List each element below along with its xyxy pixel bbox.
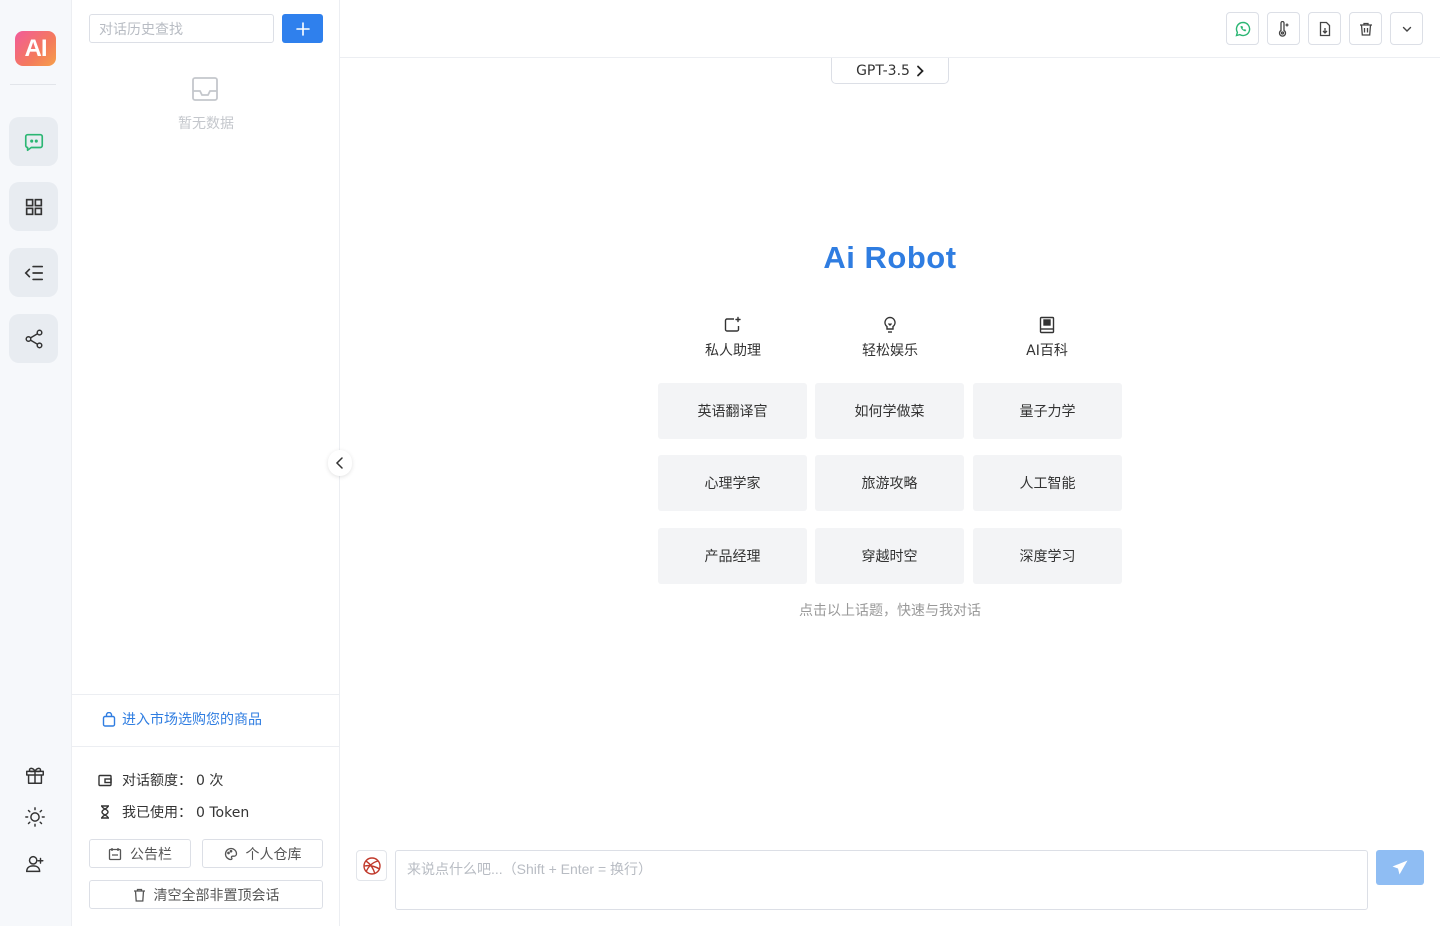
- chevron-down-icon: [1402, 26, 1411, 32]
- topic-card[interactable]: 人工智能: [973, 455, 1122, 511]
- app-logo[interactable]: AI: [15, 31, 56, 66]
- chat-message-input[interactable]: [395, 850, 1368, 910]
- lightbulb-icon: [884, 316, 896, 333]
- user-icon: [26, 855, 44, 873]
- model-selector[interactable]: GPT-3.5: [831, 58, 949, 84]
- usage-value: 0 Token: [196, 805, 250, 821]
- topic-card[interactable]: 量子力学: [973, 383, 1122, 439]
- export-button[interactable]: [1308, 12, 1341, 45]
- category-encyclopedia: AI百科: [972, 315, 1122, 360]
- topic-card[interactable]: 如何学做菜: [815, 383, 964, 439]
- quota-row: 对话额度： 0 次: [98, 770, 223, 790]
- topic-card[interactable]: 旅游攻略: [815, 455, 964, 511]
- personal-repo-label: 个人仓库: [245, 846, 302, 863]
- delete-chat-button[interactable]: [1349, 12, 1382, 45]
- wallet-icon: [98, 774, 112, 787]
- user-button[interactable]: [22, 851, 48, 877]
- globe-icon: [362, 856, 381, 875]
- category-label: AI百科: [1026, 343, 1068, 359]
- rail-divider: [10, 84, 56, 85]
- category-label: 轻松娱乐: [862, 343, 918, 359]
- empty-state-text: 暂无数据: [178, 116, 234, 132]
- rail-item-menu[interactable]: [9, 248, 58, 297]
- topic-card[interactable]: 英语翻译官: [658, 383, 807, 439]
- grid-icon: [25, 198, 42, 215]
- calendar-icon: [108, 847, 122, 860]
- rail-item-share[interactable]: [9, 314, 58, 363]
- book-icon: [1039, 316, 1055, 334]
- history-search-input[interactable]: [89, 14, 274, 43]
- send-button[interactable]: [1376, 850, 1424, 885]
- market-link-label: 进入市场选购您的商品: [122, 712, 262, 728]
- new-chat-button[interactable]: [282, 14, 323, 43]
- chevron-right-icon: [917, 65, 924, 76]
- list-indent-icon: [24, 265, 43, 280]
- thermometer-icon: [1278, 20, 1288, 37]
- share-icon: [24, 329, 43, 348]
- hero-title: Ai Robot: [823, 240, 957, 275]
- notice-board-label: 公告栏: [130, 846, 172, 863]
- divider: [72, 694, 340, 695]
- file-export-icon: [1319, 21, 1330, 36]
- category-entertainment: 轻松娱乐: [815, 315, 965, 360]
- theme-toggle[interactable]: [22, 804, 48, 830]
- whatsapp-icon: [1234, 21, 1250, 37]
- quota-value: 0 次: [196, 773, 224, 789]
- notice-board-button[interactable]: 公告栏: [89, 839, 191, 868]
- more-options-button[interactable]: [1390, 12, 1423, 45]
- clear-sessions-button[interactable]: 清空全部非置顶会话: [89, 880, 323, 909]
- trash-icon: [133, 888, 145, 902]
- palette-icon: [224, 847, 237, 860]
- quota-label: 对话额度：: [122, 773, 192, 789]
- plus-icon: [295, 21, 310, 36]
- personal-repo-button[interactable]: 个人仓库: [202, 839, 323, 868]
- shopping-bag-icon: [102, 711, 116, 727]
- topic-card[interactable]: 心理学家: [658, 455, 807, 511]
- rail-item-chat[interactable]: [9, 117, 58, 166]
- clear-sessions-label: 清空全部非置顶会话: [153, 887, 280, 904]
- send-icon: [1392, 860, 1408, 874]
- gift-button[interactable]: [22, 762, 48, 788]
- inbox-empty-icon: [192, 77, 218, 101]
- prompt-library-button[interactable]: [356, 850, 387, 881]
- app-root: AI 对话历史查找 暂无数据 进入市场选购您的商品 对话额度： 0 次 我已使用…: [0, 0, 1440, 926]
- model-label: GPT-3.5: [856, 62, 910, 79]
- rail-item-apps[interactable]: [9, 182, 58, 231]
- topic-card[interactable]: 穿越时空: [815, 528, 964, 584]
- collapse-panel-toggle[interactable]: [328, 450, 352, 476]
- hourglass-icon: [101, 805, 109, 819]
- sun-icon: [25, 807, 45, 827]
- topic-hint: 点击以上话题，快速与我对话: [799, 603, 981, 619]
- category-assistant: 私人助理: [658, 315, 808, 360]
- assistant-icon: [724, 316, 741, 332]
- chat-bubble-icon: [24, 133, 43, 151]
- usage-row: 我已使用： 0 Token: [98, 802, 249, 822]
- usage-label: 我已使用：: [122, 805, 192, 821]
- trash-icon: [1359, 22, 1372, 36]
- top-toolbar: [340, 0, 1440, 58]
- temperature-button[interactable]: [1267, 12, 1300, 45]
- divider: [72, 746, 340, 747]
- market-link[interactable]: 进入市场选购您的商品: [102, 709, 262, 729]
- history-panel: 暂无数据 进入市场选购您的商品 对话额度：0 次 我已使用：0 Token: [72, 0, 340, 926]
- topic-card[interactable]: 产品经理: [658, 528, 807, 584]
- gift-icon: [26, 767, 44, 784]
- topic-card[interactable]: 深度学习: [973, 528, 1122, 584]
- chevron-left-icon: [335, 457, 343, 469]
- left-rail: AI: [0, 0, 72, 926]
- whatsapp-button[interactable]: [1226, 12, 1259, 45]
- category-label: 私人助理: [705, 343, 761, 359]
